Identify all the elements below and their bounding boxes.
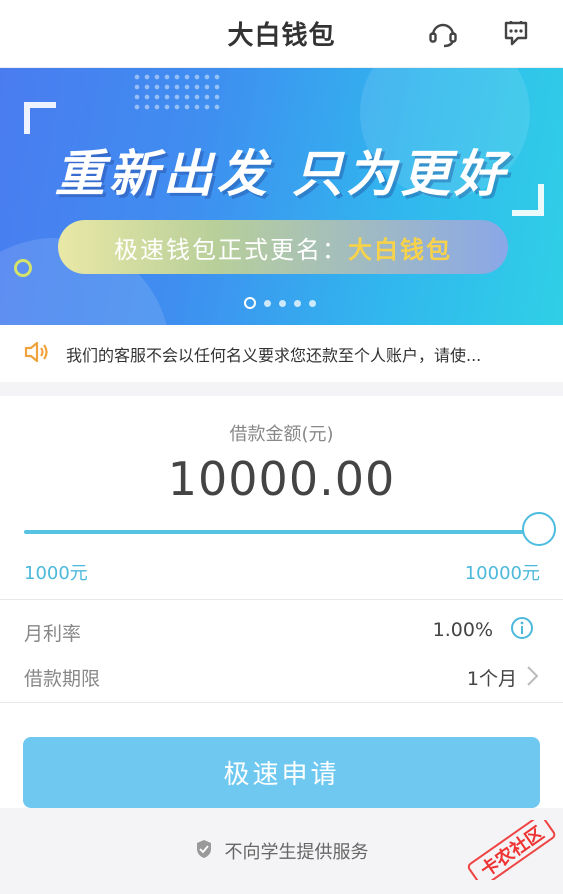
divider — [0, 702, 563, 703]
banner-pill-text: 极速钱包正式更名： — [114, 235, 348, 264]
loan-term-label: 借款期限 — [24, 668, 101, 690]
banner-decor-dots — [132, 72, 222, 112]
loan-term-value[interactable]: 1个月 — [467, 664, 517, 691]
info-icon[interactable] — [510, 616, 534, 640]
apply-button[interactable]: 极速申请 — [23, 737, 540, 808]
banner-pill-highlight: 大白钱包 — [348, 235, 452, 264]
customer-service-icon[interactable] — [426, 17, 460, 51]
app-title: 大白钱包 — [227, 21, 336, 51]
loan-amount-slider[interactable] — [24, 512, 556, 552]
notice-text: 我们的客服不会以任何名义要求您还款至个人账户，请使... — [66, 345, 482, 365]
shield-icon — [195, 839, 225, 864]
slider-fill — [24, 530, 540, 534]
promo-banner[interactable]: 重新出发 只为更好 极速钱包正式更名： 大白钱包 — [0, 68, 563, 325]
section-gap — [0, 382, 563, 396]
watermark-logo: 卡农社区 — [462, 814, 560, 887]
footer-note-text: 不向学生提供服务 — [224, 842, 369, 863]
chevron-right-icon[interactable] — [524, 664, 540, 688]
monthly-rate-label: 月利率 — [24, 623, 82, 645]
banner-headline: 重新出发 只为更好 — [54, 145, 509, 203]
pager-dot[interactable] — [264, 299, 271, 307]
loan-amount-value: 10000.00 — [167, 452, 396, 506]
divider — [0, 599, 563, 600]
message-icon[interactable] — [499, 17, 533, 51]
slider-min-label: 1000元 — [24, 563, 88, 584]
slider-thumb[interactable] — [522, 512, 556, 546]
loan-amount-label: 借款金额(元) — [229, 424, 334, 445]
pager-dot[interactable] — [279, 299, 286, 307]
top-bar: 大白钱包 — [0, 0, 563, 68]
monthly-rate-value: 1.00% — [432, 619, 493, 641]
banner-rename-pill: 极速钱包正式更名： 大白钱包 — [58, 220, 508, 274]
speaker-icon — [24, 341, 50, 367]
banner-decor-corner — [24, 102, 56, 134]
banner-decor-ring — [14, 259, 32, 277]
banner-pager — [244, 297, 316, 309]
pager-dot[interactable] — [309, 299, 316, 307]
slider-max-label: 10000元 — [464, 563, 540, 584]
pager-dot-active[interactable] — [244, 297, 256, 309]
notice-bar[interactable]: 我们的客服不会以任何名义要求您还款至个人账户，请使... — [0, 325, 563, 382]
pager-dot[interactable] — [294, 299, 301, 307]
